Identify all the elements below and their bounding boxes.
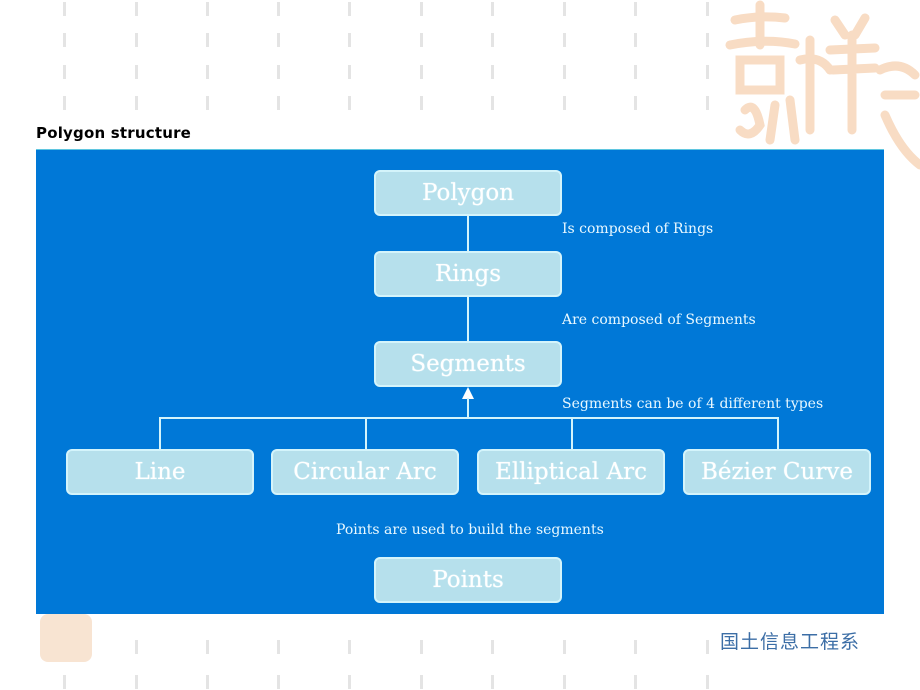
background-tick: [491, 640, 494, 654]
background-tick: [348, 65, 351, 79]
background-tick: [206, 33, 209, 47]
background-tick: [634, 65, 637, 79]
background-tick: [206, 65, 209, 79]
background-tick: [277, 33, 280, 47]
connector-bezier-curve: [777, 417, 779, 450]
background-tick: [706, 675, 709, 689]
background-tick: [491, 65, 494, 79]
connector-line: [159, 417, 161, 450]
background-tick: [491, 33, 494, 47]
node-elliptical-arc: Elliptical Arc: [477, 449, 665, 495]
node-rings: Rings: [374, 251, 562, 297]
background-tick: [277, 65, 280, 79]
background-tick: [277, 640, 280, 654]
background-tick: [634, 33, 637, 47]
background-tick: [348, 96, 351, 110]
background-tick: [491, 96, 494, 110]
background-tick: [63, 675, 66, 689]
node-polygon: Polygon: [374, 170, 562, 216]
background-tick: [420, 96, 423, 110]
background-tick: [563, 2, 566, 16]
background-tick: [135, 675, 138, 689]
relation-rings-segments: Are composed of Segments: [562, 312, 756, 328]
background-tick: [348, 675, 351, 689]
background-tick: [348, 2, 351, 16]
background-tick: [135, 640, 138, 654]
diagram-panel: Polygon Rings Segments Line Circular Arc…: [36, 149, 884, 614]
background-tick: [634, 2, 637, 16]
background-tick: [563, 96, 566, 110]
slide-title: Polygon structure: [36, 124, 192, 142]
node-points: Points: [374, 557, 562, 603]
connector-polygon-rings: [467, 215, 469, 253]
connector-circular-arc: [365, 417, 367, 450]
background-tick: [135, 33, 138, 47]
background-tick: [348, 33, 351, 47]
background-tick: [706, 640, 709, 654]
background-tick: [706, 2, 709, 16]
relation-polygon-rings: Is composed of Rings: [562, 221, 714, 237]
node-line: Line: [66, 449, 254, 495]
relation-segment-types: Segments can be of 4 different types: [562, 396, 824, 412]
connector-types-bar: [159, 417, 778, 419]
background-tick: [634, 675, 637, 689]
connector-elliptical-arc: [571, 417, 573, 450]
background-tick: [63, 2, 66, 16]
background-tick: [277, 675, 280, 689]
background-tick: [706, 33, 709, 47]
background-tick: [491, 2, 494, 16]
connector-rings-segments: [467, 296, 469, 344]
background-tick: [63, 33, 66, 47]
background-tick: [277, 2, 280, 16]
background-tick: [420, 2, 423, 16]
node-circular-arc: Circular Arc: [271, 449, 459, 495]
background-tick: [135, 65, 138, 79]
connector-segments-stem: [467, 398, 469, 418]
background-tick: [706, 96, 709, 110]
node-segments: Segments: [374, 341, 562, 387]
relation-points-segments: Points are used to build the segments: [336, 522, 604, 538]
background-tick: [491, 675, 494, 689]
seal-logo-icon: [40, 614, 92, 662]
department-footer: 国土信息工程系: [720, 631, 861, 653]
background-tick: [206, 640, 209, 654]
background-tick: [63, 65, 66, 79]
background-tick: [135, 2, 138, 16]
background-tick: [420, 640, 423, 654]
background-tick: [634, 96, 637, 110]
background-tick: [277, 96, 280, 110]
background-tick: [206, 2, 209, 16]
background-tick: [634, 640, 637, 654]
node-bezier-curve: Bézier Curve: [683, 449, 871, 495]
background-tick: [563, 33, 566, 47]
background-tick: [135, 96, 138, 110]
background-tick: [206, 96, 209, 110]
background-tick: [706, 65, 709, 79]
background-tick: [563, 65, 566, 79]
background-tick: [348, 640, 351, 654]
background-tick: [563, 675, 566, 689]
background-tick: [63, 96, 66, 110]
background-tick: [206, 675, 209, 689]
background-tick: [420, 33, 423, 47]
background-tick: [420, 65, 423, 79]
background-tick: [420, 675, 423, 689]
background-tick: [563, 640, 566, 654]
